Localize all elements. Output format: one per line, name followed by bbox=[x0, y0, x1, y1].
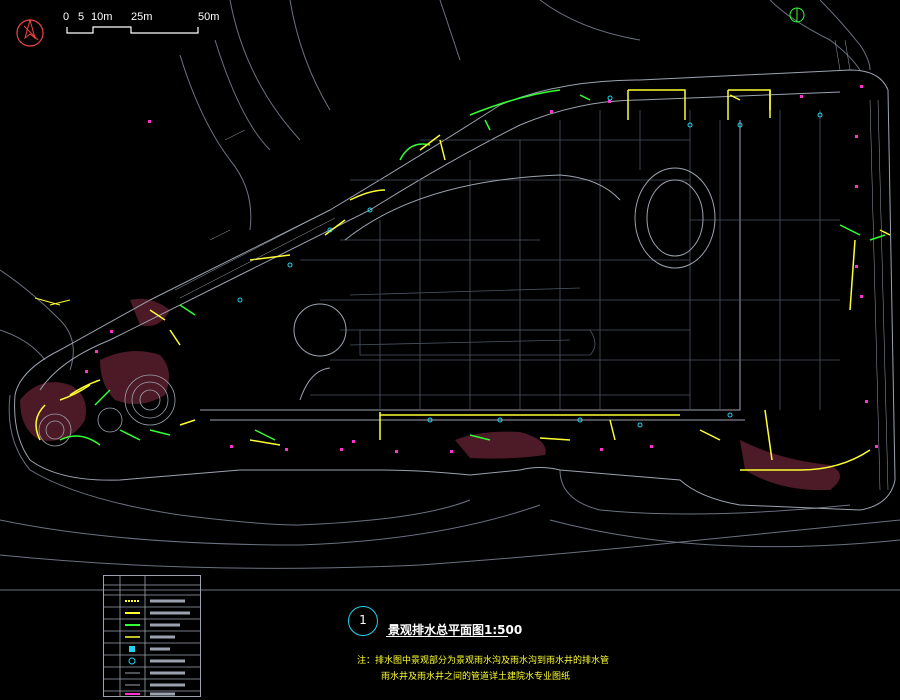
tree-symbol-icon bbox=[789, 7, 805, 23]
terrain-contours bbox=[0, 0, 900, 591]
scale-tick-0: 0 bbox=[63, 11, 70, 23]
drawing-number: 1 bbox=[348, 606, 378, 636]
site-outline bbox=[14, 69, 896, 511]
note-line-1: 注：排水图中景观部分为景观雨水沟及雨水沟到雨水井的排水管 bbox=[357, 656, 610, 666]
scale-bar bbox=[66, 26, 199, 34]
scale-tick-25m: 25m bbox=[131, 11, 153, 23]
title-underline bbox=[386, 636, 508, 637]
building-grid bbox=[300, 110, 840, 410]
cyan-markers bbox=[237, 95, 823, 428]
scale-tick-50m: 50m bbox=[198, 11, 220, 23]
plazas bbox=[293, 167, 716, 401]
scale-tick-10m: 10m bbox=[91, 11, 113, 23]
green-drainage-ditches bbox=[59, 89, 886, 446]
legend-box bbox=[103, 575, 201, 697]
paving-strip bbox=[174, 39, 889, 491]
note-line-2: 雨水井及雨水井之间的管道详土建院水专业图纸 bbox=[381, 672, 571, 682]
planting-areas bbox=[20, 298, 840, 491]
yellow-drainage-pipes bbox=[35, 89, 891, 471]
scale-tick-5: 5 bbox=[78, 11, 85, 23]
north-arrow-icon bbox=[16, 18, 44, 47]
